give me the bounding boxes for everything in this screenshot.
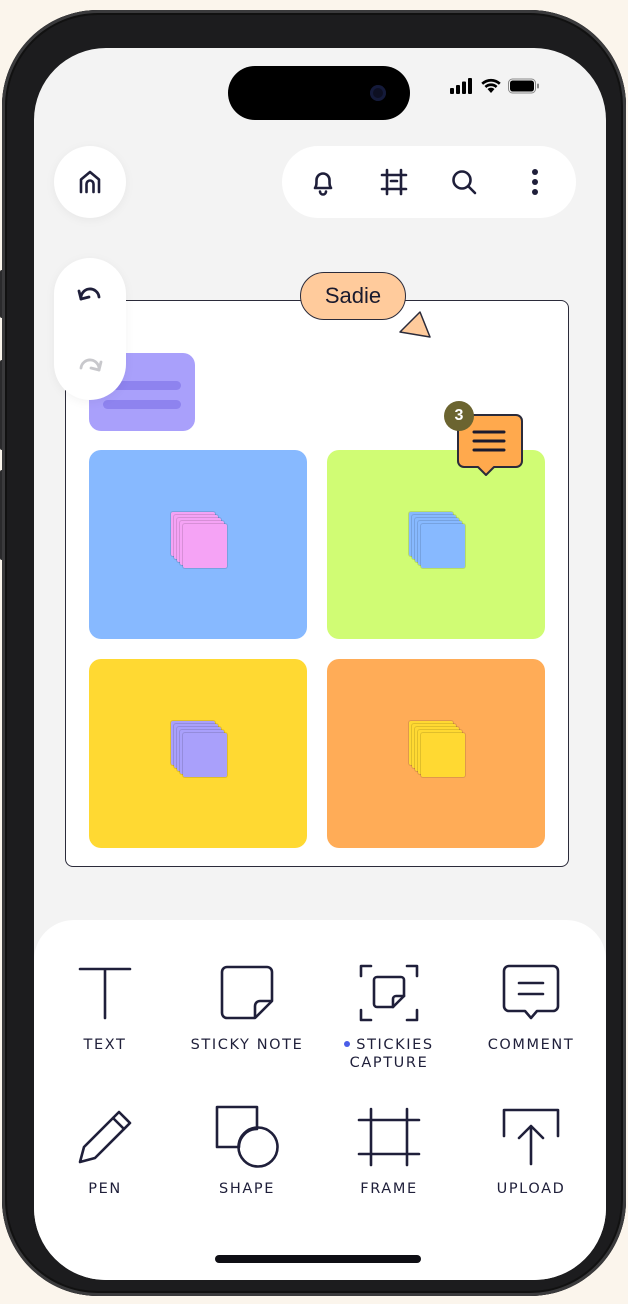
frame-icon <box>380 168 408 196</box>
tool-label: STICKIES CAPTURE <box>344 1036 433 1072</box>
upload-tool[interactable]: UPLOAD <box>460 1106 602 1198</box>
wifi-icon <box>481 78 501 93</box>
sticky-note-tool[interactable]: STICKY NOTE <box>176 962 318 1054</box>
sticky-cluster-4[interactable] <box>327 659 545 848</box>
shape-icon <box>215 1105 279 1168</box>
tool-label: TEXT <box>83 1037 127 1053</box>
home-button[interactable] <box>54 146 126 218</box>
more-vertical-icon <box>531 169 538 195</box>
redo-icon <box>79 358 103 371</box>
status-bar <box>450 78 540 94</box>
stickies-capture-icon <box>359 964 419 1022</box>
creation-toolbar: TEXT STICKY NOTE STICKIES CAPTURE COMMEN… <box>34 920 606 1280</box>
tool-label: STICKY NOTE <box>190 1037 304 1053</box>
collaborator-cursor-arrow <box>399 311 431 338</box>
cellular-signal-icon <box>450 78 472 94</box>
collaborator-cursor-label: Sadie <box>300 272 406 320</box>
upload-icon <box>502 1108 560 1166</box>
stickies-capture-tool[interactable]: STICKIES CAPTURE <box>318 962 460 1072</box>
comment-icon <box>502 964 560 1020</box>
redo-button[interactable] <box>67 342 113 388</box>
top-toolbar <box>282 146 576 218</box>
bell-icon <box>313 172 333 196</box>
tool-label: SHAPE <box>219 1181 275 1197</box>
shape-tool[interactable]: SHAPE <box>176 1105 318 1198</box>
home-indicator <box>215 1255 421 1263</box>
text-icon <box>78 967 132 1020</box>
tool-label: UPLOAD <box>496 1181 566 1197</box>
search-icon <box>452 170 477 195</box>
sticky-stack <box>171 512 231 572</box>
battery-icon <box>508 78 539 94</box>
undo-icon <box>77 287 101 300</box>
comment-count-badge: 3 <box>444 401 474 431</box>
new-feature-dot <box>344 1041 351 1047</box>
sticky-stack <box>409 721 469 781</box>
dynamic-island <box>228 66 410 120</box>
undo-button[interactable] <box>67 271 113 317</box>
sticky-note <box>421 524 465 568</box>
sticky-note <box>183 524 227 568</box>
text-line <box>103 400 181 409</box>
app-screen: Sadie 3 TEXT STICKY NOTE STICKIES CAPTUR… <box>34 48 606 1280</box>
comment-tool[interactable]: COMMENT <box>460 962 602 1054</box>
tool-label: FRAME <box>360 1181 418 1197</box>
history-controls <box>54 258 126 400</box>
frame-icon <box>357 1107 421 1167</box>
sticky-cluster-1[interactable] <box>89 450 307 639</box>
tool-label: PEN <box>88 1181 122 1197</box>
search-button[interactable] <box>441 159 487 205</box>
sticky-note <box>421 733 465 777</box>
text-tool[interactable]: TEXT <box>34 962 176 1054</box>
sticky-stack <box>171 721 231 781</box>
sticky-stack <box>409 512 469 572</box>
phone-frame: Sadie 3 TEXT STICKY NOTE STICKIES CAPTUR… <box>2 10 626 1296</box>
frame-tool[interactable]: FRAME <box>318 1106 460 1198</box>
more-options-button[interactable] <box>512 159 558 205</box>
pen-tool[interactable]: PEN <box>34 1106 176 1198</box>
sticky-note-icon <box>220 965 274 1020</box>
camera-icon <box>370 85 386 101</box>
sticky-cluster-3[interactable] <box>89 659 307 848</box>
sticky-note <box>183 733 227 777</box>
pen-icon <box>78 1110 132 1164</box>
frames-button[interactable] <box>371 159 417 205</box>
notifications-button[interactable] <box>300 159 346 205</box>
home-icon <box>79 170 101 194</box>
tool-label: COMMENT <box>487 1037 575 1053</box>
